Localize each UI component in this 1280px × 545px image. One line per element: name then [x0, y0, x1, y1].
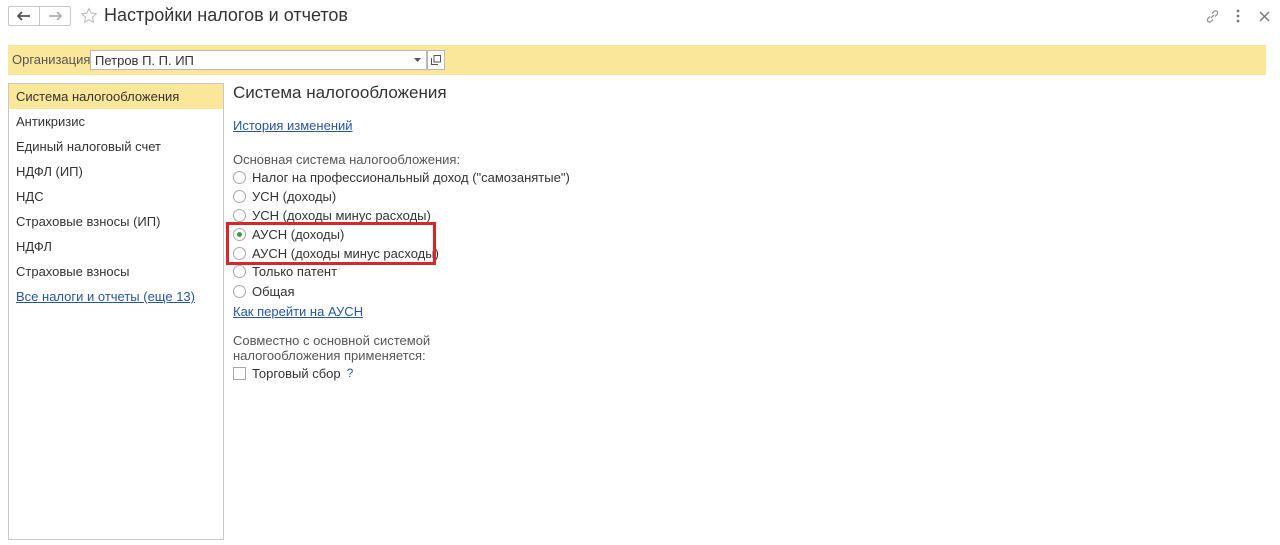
chevron-down-icon [414, 58, 421, 62]
link-button[interactable] [1204, 8, 1220, 24]
close-button[interactable] [1256, 8, 1272, 24]
sidebar-item-unified-tax-account[interactable]: Единый налоговый счет [9, 134, 223, 159]
radio-option-usn-income[interactable]: УСН (доходы) [233, 187, 336, 206]
radio-button[interactable] [233, 208, 246, 222]
radio-option-general[interactable]: Общая [233, 282, 295, 301]
trade-fee-checkbox[interactable] [233, 366, 246, 380]
sidebar-item-anticrisis[interactable]: Антикризис [9, 109, 223, 134]
help-icon[interactable]: ? [347, 366, 354, 380]
sidebar-item-ndfl-ip[interactable]: НДФЛ (ИП) [9, 159, 223, 184]
radio-label: УСН (доходы) [252, 188, 337, 204]
organization-label: Организация: [12, 52, 95, 67]
organization-open-button[interactable] [427, 50, 445, 70]
trade-fee-label: Торговый сбор [252, 365, 341, 381]
link-icon [1206, 9, 1218, 23]
sidebar-item-insurance-ip[interactable]: Страховые взносы (ИП) [9, 209, 223, 234]
radio-button[interactable] [233, 284, 246, 298]
history-link[interactable]: История изменений [233, 118, 353, 133]
organization-dropdown-button[interactable] [409, 50, 427, 70]
radio-button[interactable] [233, 189, 246, 203]
radio-label: Общая [252, 283, 295, 299]
back-arrow-icon [17, 11, 30, 21]
favorite-button[interactable] [80, 7, 98, 28]
highlight-annotation [226, 222, 436, 265]
organization-bar: Организация: Петров П. П. ИП [8, 45, 1266, 75]
all-taxes-link[interactable]: Все налоги и отчеты (еще 13) [16, 289, 195, 304]
forward-arrow-icon [49, 11, 62, 21]
radio-button[interactable] [233, 265, 246, 278]
open-window-icon [431, 55, 441, 65]
title-bar: Настройки налогов и отчетов [0, 0, 1280, 34]
page-title: Настройки налогов и отчетов [104, 5, 348, 25]
close-icon [1259, 11, 1269, 21]
joint-tax-label: Совместно с основной системой налогообло… [233, 333, 431, 363]
organization-field[interactable]: Петров П. П. ИП [90, 50, 410, 70]
sidebar-item-tax-system[interactable]: Система налогообложения [9, 84, 223, 109]
radio-button[interactable] [233, 171, 246, 184]
more-button[interactable] [1230, 8, 1246, 24]
basic-tax-system-label: Основная система налогообложения: [233, 152, 461, 167]
radio-option-self-employed[interactable]: Налог на профессиональный доход ("самоза… [233, 168, 570, 187]
radio-label: УСН (доходы минус расходы) [252, 207, 431, 223]
sidebar: Система налогообложения Антикризис Едины… [8, 83, 224, 540]
more-icon [1236, 9, 1240, 23]
forward-button[interactable] [39, 6, 71, 26]
radio-label: Налог на профессиональный доход ("самоза… [252, 170, 570, 185]
sidebar-item-insurance[interactable]: Страховые взносы [9, 259, 223, 284]
section-title: Система налогообложения [233, 83, 447, 102]
back-button[interactable] [8, 6, 40, 26]
sidebar-item-vat[interactable]: НДС [9, 184, 223, 209]
how-to-switch-link[interactable]: Как перейти на АУСН [233, 304, 363, 319]
star-icon [80, 7, 98, 24]
radio-label: Только патент [252, 264, 338, 279]
trade-fee-checkbox-row[interactable]: Торговый сбор ? [233, 364, 353, 382]
sidebar-item-ndfl[interactable]: НДФЛ [9, 234, 223, 259]
